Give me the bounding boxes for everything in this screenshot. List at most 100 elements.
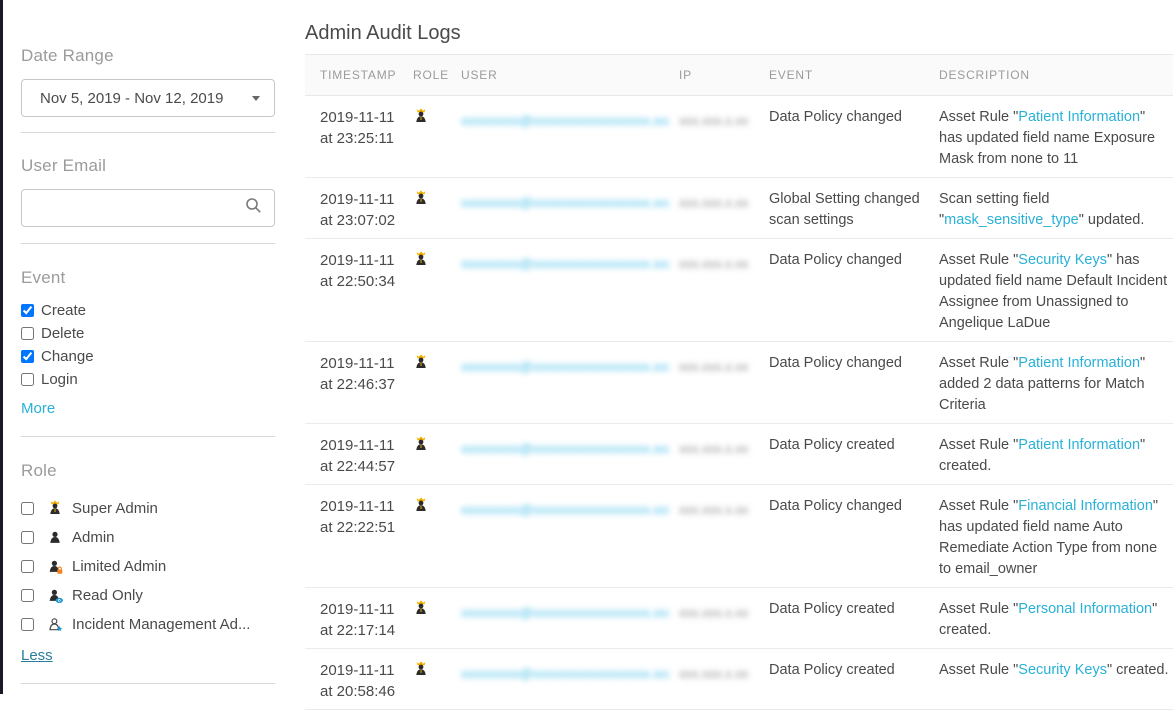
asset-rule-link[interactable]: Security Keys [1018,662,1107,678]
table-row: 2019-11-11 at 20:58:46 xxxxxxxxx@xxxxxxx… [305,649,1173,710]
collapsed-nav-edge [0,0,3,694]
timestamp-cell: 2019-11-11 at 23:25:11 [305,107,413,149]
event-cell: Data Policy changed [769,353,939,374]
event-option[interactable]: Change [21,345,275,368]
page-title: Admin Audit Logs [305,22,1173,45]
role-checkbox[interactable] [21,560,34,573]
divider [21,132,275,133]
user-email-search-box [21,189,275,227]
user-email-input[interactable] [34,199,245,218]
role-option[interactable]: Read Only [21,581,275,610]
table-row: 2019-11-11 at 22:22:51 xxxxxxxxx@xxxxxxx… [305,485,1173,588]
super-admin-role-icon [413,436,429,459]
event-checkbox[interactable] [21,373,34,386]
role-option-label: Read Only [72,587,143,604]
user-cell: xxxxxxxxx@xxxxxxxxxxxxxxxxxx.xxx [461,353,679,383]
asset-rule-link[interactable]: mask_sensitive_type [944,212,1079,228]
date-range-select[interactable]: Nov 5, 2019 - Nov 12, 2019 [21,79,275,117]
user-cell: xxxxxxxxx@xxxxxxxxxxxxxxxxxx.xxx [461,660,679,690]
user-email-blurred[interactable]: xxxxxxxxx@xxxxxxxxxxxxxxxxxx.xxx [461,192,669,213]
user-email-blurred[interactable]: xxxxxxxxx@xxxxxxxxxxxxxxxxxx.xxx [461,663,669,684]
user-email-blurred[interactable]: xxxxxxxxx@xxxxxxxxxxxxxxxxxx.xxx [461,110,669,131]
user-email-blurred[interactable]: xxxxxxxxx@xxxxxxxxxxxxxxxxxx.xxx [461,499,669,520]
ip-blurred: xxx.xxx.x.xx [679,110,748,131]
user-cell: xxxxxxxxx@xxxxxxxxxxxxxxxxxx.xxx [461,189,679,219]
user-email-blurred[interactable]: xxxxxxxxx@xxxxxxxxxxxxxxxxxx.xxx [461,602,669,623]
event-option-label: Create [41,302,86,319]
event-checkbox[interactable] [21,304,34,317]
ip-blurred: xxx.xxx.x.xx [679,499,748,520]
role-checkbox[interactable] [21,502,34,515]
table-row: 2019-11-11 at 22:50:34 xxxxxxxxx@xxxxxxx… [305,239,1173,342]
role-cell [413,189,461,213]
role-option[interactable]: Admin [21,523,275,552]
audit-logs-table: TIMESTAMP ROLE USER IP EVENT DESCRIPTION… [305,54,1173,710]
col-header-timestamp: TIMESTAMP [305,68,413,82]
event-option[interactable]: Delete [21,322,275,345]
ip-cell: xxx.xxx.x.xx [679,435,769,465]
user-cell: xxxxxxxxx@xxxxxxxxxxxxxxxxxx.xxx [461,496,679,526]
user-email-blurred[interactable]: xxxxxxxxx@xxxxxxxxxxxxxxxxxx.xxx [461,356,669,377]
user-cell: xxxxxxxxx@xxxxxxxxxxxxxxxxxx.xxx [461,107,679,137]
super-admin-role-icon [413,497,429,520]
event-option[interactable]: Create [21,299,275,322]
description-cell: Scan setting field "mask_sensitive_type"… [939,189,1173,231]
more-link[interactable]: More [21,400,55,417]
user-cell: xxxxxxxxx@xxxxxxxxxxxxxxxxxx.xxx [461,250,679,280]
ip-blurred: xxx.xxx.x.xx [679,438,748,459]
less-link[interactable]: Less [21,647,53,664]
col-header-description: DESCRIPTION [939,68,1173,82]
ip-cell: xxx.xxx.x.xx [679,250,769,280]
role-option[interactable]: Incident Management Ad... [21,610,275,639]
table-header-row: TIMESTAMP ROLE USER IP EVENT DESCRIPTION [305,54,1173,96]
event-cell: Data Policy created [769,660,939,681]
user-email-blurred[interactable]: xxxxxxxxx@xxxxxxxxxxxxxxxxxx.xxx [461,253,669,274]
asset-rule-link[interactable]: Security Keys [1018,252,1107,268]
super-admin-role-icon [413,661,429,684]
timestamp-cell: 2019-11-11 at 22:50:34 [305,250,413,292]
super-admin-role-icon [413,108,429,131]
role-options-list: Super Admin Admin Limited Admin Read Onl… [21,494,275,639]
role-option[interactable]: Super Admin [21,494,275,523]
col-header-event: EVENT [769,68,939,82]
description-cell: Asset Rule "Patient Information" has upd… [939,107,1173,170]
role-option-label: Limited Admin [72,558,166,575]
ip-cell: xxx.xxx.x.xx [679,107,769,137]
divider [21,436,275,437]
asset-rule-link[interactable]: Financial Information [1018,498,1153,514]
event-filter-label: Event [21,268,275,288]
ip-cell: xxx.xxx.x.xx [679,189,769,219]
timestamp-cell: 2019-11-11 at 23:07:02 [305,189,413,231]
role-checkbox[interactable] [21,589,34,602]
asset-rule-link[interactable]: Personal Information [1018,601,1152,617]
role-cell [413,107,461,131]
role-cell [413,353,461,377]
event-cell: Data Policy changed [769,496,939,517]
chevron-down-icon [252,96,260,101]
super-admin-icon [46,500,64,518]
role-option[interactable]: Limited Admin [21,552,275,581]
event-checkbox[interactable] [21,327,34,340]
asset-rule-link[interactable]: Patient Information [1018,109,1140,125]
role-checkbox[interactable] [21,618,34,631]
event-checkbox[interactable] [21,350,34,363]
admin-icon [46,529,64,547]
role-option-label: Admin [72,529,115,546]
description-cell: Asset Rule "Security Keys" created. [939,660,1173,681]
event-cell: Data Policy changed [769,250,939,271]
audit-logs-panel: Admin Audit Logs TIMESTAMP ROLE USER IP … [305,0,1173,710]
event-option[interactable]: Login [21,368,275,391]
col-header-user: USER [461,68,679,82]
table-row: 2019-11-11 at 23:25:11 xxxxxxxxx@xxxxxxx… [305,96,1173,178]
asset-rule-link[interactable]: Patient Information [1018,437,1140,453]
ip-cell: xxx.xxx.x.xx [679,353,769,383]
role-checkbox[interactable] [21,531,34,544]
read-only-icon [46,587,64,605]
super-admin-role-icon [413,190,429,213]
col-header-role: ROLE [413,68,461,82]
ip-blurred: xxx.xxx.x.xx [679,602,748,623]
role-cell [413,496,461,520]
user-email-blurred[interactable]: xxxxxxxxx@xxxxxxxxxxxxxxxxxx.xxx [461,438,669,459]
ip-cell: xxx.xxx.x.xx [679,496,769,526]
asset-rule-link[interactable]: Patient Information [1018,355,1140,371]
